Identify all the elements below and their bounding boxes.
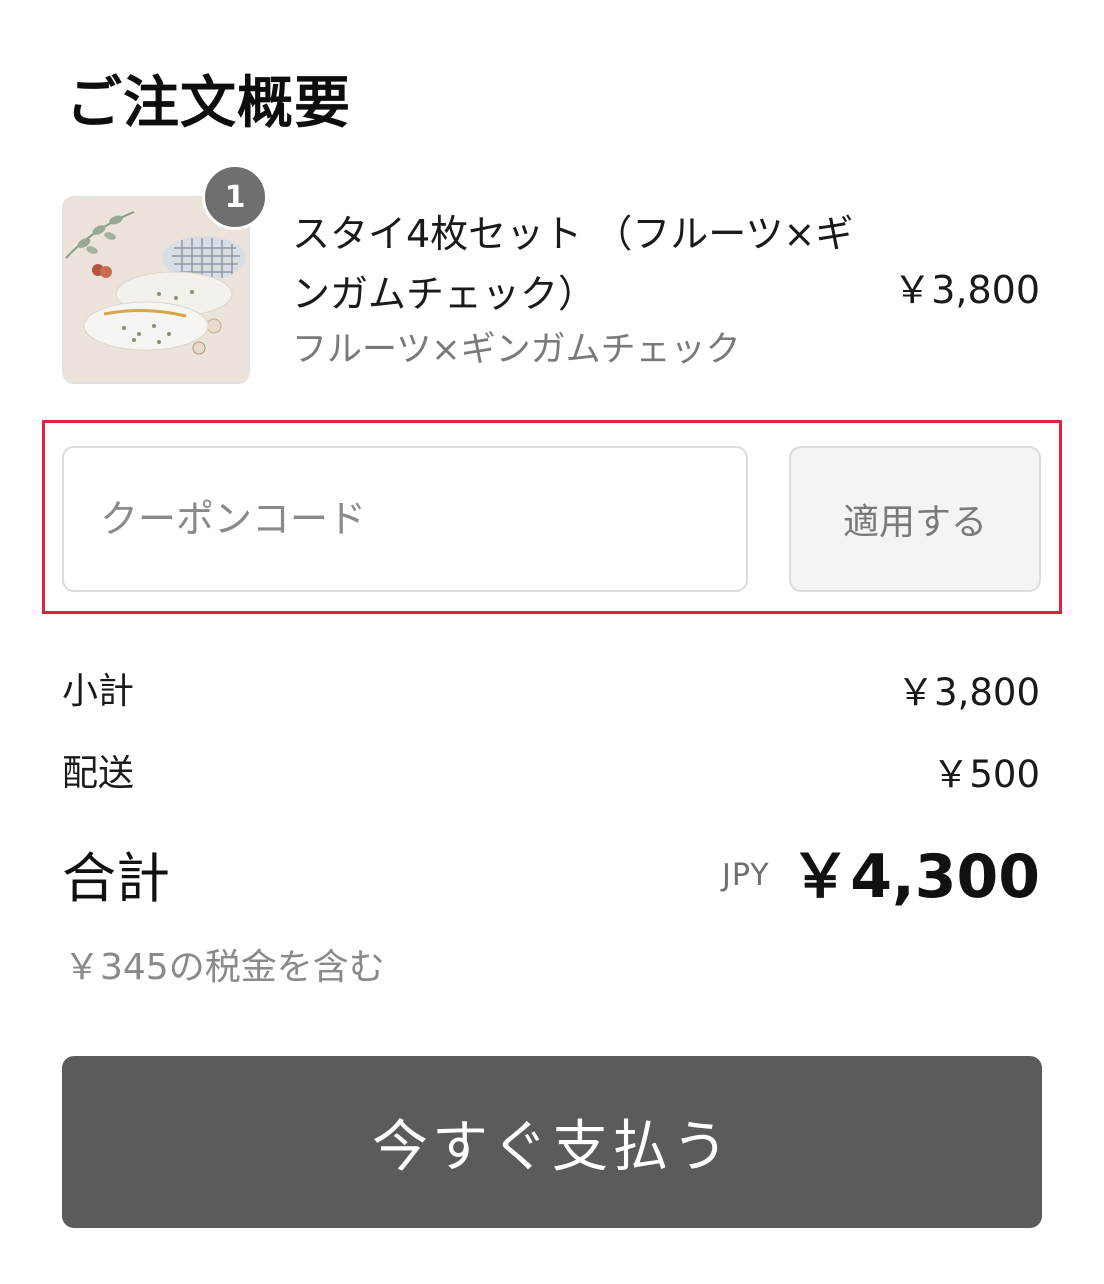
product-name: スタイ4枚セット （フルーツ×ギンガムチェック） bbox=[292, 212, 854, 316]
shipping-value: ￥500 bbox=[932, 753, 1040, 796]
pay-now-button[interactable]: 今すぐ支払う bbox=[62, 1056, 1042, 1228]
total-value: ￥4,300 bbox=[790, 842, 1040, 912]
apply-coupon-button[interactable]: 適用する bbox=[789, 446, 1041, 592]
subtotal-value: ￥3,800 bbox=[897, 671, 1040, 714]
subtotal-label: 小計 bbox=[62, 671, 135, 712]
product-price: ￥3,800 bbox=[893, 268, 1040, 312]
quantity-badge: 1 bbox=[202, 164, 268, 230]
page-title: ご注文概要 bbox=[66, 71, 351, 136]
coupon-code-input[interactable] bbox=[62, 446, 748, 592]
total-label: 合計 bbox=[62, 847, 170, 910]
tax-note: ￥345の税金を含む bbox=[64, 947, 385, 988]
product-variant: フルーツ×ギンガムチェック bbox=[292, 330, 741, 370]
shipping-label: 配送 bbox=[62, 753, 135, 794]
currency-code: JPY bbox=[722, 858, 770, 893]
